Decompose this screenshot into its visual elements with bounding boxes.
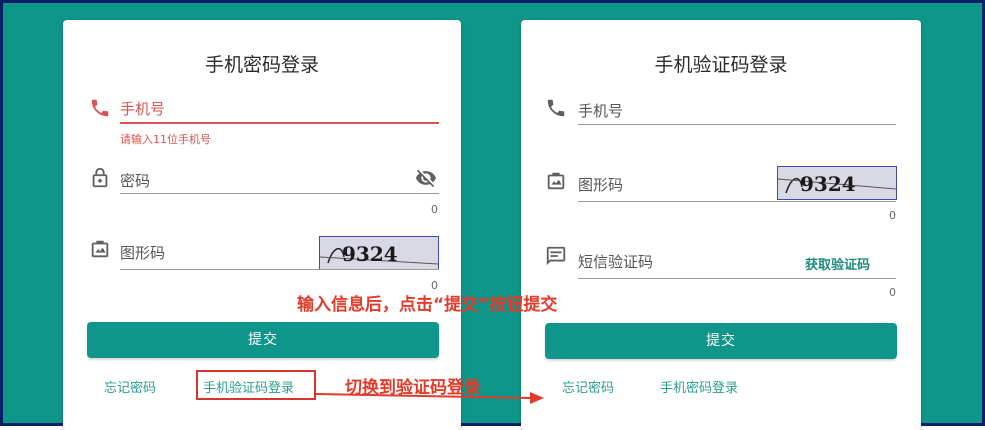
submit-hint-annotation: 输入信息后，点击“提交”按钮提交 [297,295,558,315]
phone-input[interactable]: 手机号 [120,98,165,119]
get-sms-code-button[interactable]: 获取验证码 [805,254,870,273]
eye-off-icon[interactable] [415,167,437,189]
phone-underline [578,124,896,125]
submit-button[interactable]: 提交 [545,323,897,359]
sms-code-underline [578,278,896,279]
captcha-underline [578,201,896,202]
card-title: 手机密码登录 [204,54,319,76]
phone-icon [545,97,567,119]
phone-input[interactable]: 手机号 [578,100,623,121]
submit-button[interactable]: 提交 [87,322,439,358]
captcha-underline [120,269,439,270]
password-login-card: 手机密码登录 手机号 请输入11位手机号 密码 0 图形码 9324 0 提交 … [63,20,461,430]
phone-icon [89,97,111,119]
captcha-text: 9324 [800,172,856,196]
captcha-text: 9324 [342,242,398,266]
forgot-password-link[interactable]: 忘记密码 [104,377,156,396]
message-icon [545,245,567,267]
password-input[interactable]: 密码 [120,170,150,191]
sms-code-counter: 0 [889,286,896,299]
phone-error-message: 请输入11位手机号 [120,133,211,146]
captcha-image[interactable]: 9324 [319,236,439,270]
lock-icon [89,167,111,189]
captcha-input[interactable]: 图形码 [120,242,165,263]
sms-login-card: 手机验证码登录 手机号 图形码 9324 0 短信验证码 获取验证码 0 提交 … [521,20,921,430]
card-title: 手机验证码登录 [654,54,788,76]
captcha-counter: 0 [889,209,896,222]
password-counter: 0 [431,203,438,216]
image-icon [89,238,111,260]
captcha-image[interactable]: 9324 [777,166,897,200]
captcha-input[interactable]: 图形码 [578,174,623,195]
forgot-password-link[interactable]: 忘记密码 [562,377,614,396]
phone-underline [120,122,439,124]
password-underline [120,193,439,194]
arrow-icon [316,392,544,404]
sms-code-input[interactable]: 短信验证码 [578,251,653,272]
switch-to-password-login-link[interactable]: 手机密码登录 [660,377,738,396]
switch-link-highlight [196,370,316,400]
image-icon [545,170,567,192]
